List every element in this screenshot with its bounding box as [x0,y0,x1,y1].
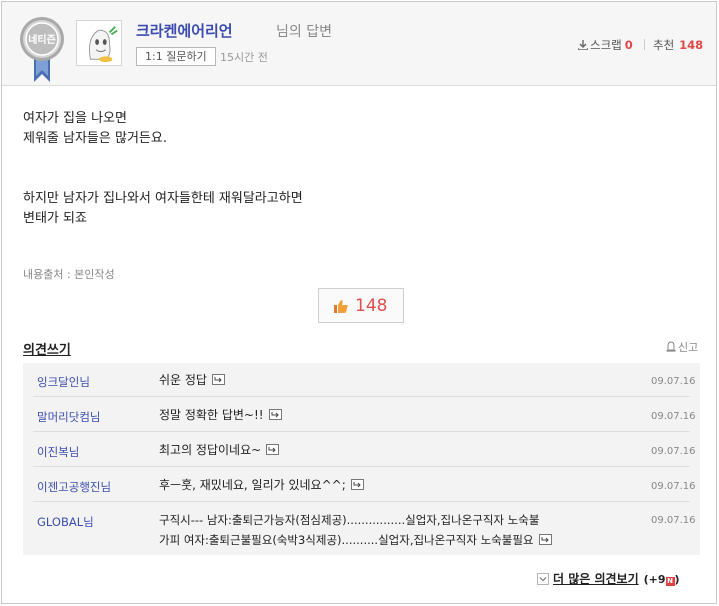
answer-card: 네티즌 크라켄에어리언 님의 답변 1:1 질문하기 15시간 전 스크랩 0 추… [1,1,717,604]
download-icon [578,40,588,50]
opinion-title[interactable]: 의견쓰기 [23,339,71,358]
comment-row: 이젠고공행진님 후ㅡ훗, 재밌네요, 일리가 있네요^^; 09.07.16 [33,467,696,502]
reply-icon[interactable] [266,444,280,455]
comment-date: 09.07.16 [651,376,696,387]
siren-icon [666,341,676,352]
reply-icon[interactable] [350,479,364,490]
recommend-button[interactable]: 추천 148 [653,37,703,53]
netizen-badge-icon: 네티즌 [20,17,64,82]
more-opinions-count: (+9 N) [643,573,680,586]
answer-line: 여자가 집을 나오면 [23,111,127,126]
comment-author[interactable]: GLOBAL님 [37,514,94,530]
comment-text: 최고의 정답이네요~ [159,440,619,460]
qna-button[interactable]: 1:1 질문하기 [136,47,216,66]
comment-author[interactable]: 이젠고공행진님 [37,479,111,495]
comment-row: 잉크달인님 쉬운 정답 09.07.16 [33,363,696,397]
report-button[interactable]: 신고 [666,339,698,355]
comment-row: 이진복님 최고의 정답이네요~ 09.07.16 [33,432,696,467]
comment-author[interactable]: 잉크달인님 [37,374,90,390]
comment-date: 09.07.16 [651,411,696,422]
comment-author[interactable]: 이진복님 [37,444,79,460]
more-opinions-button[interactable]: 더 많은 의견보기 (+9 N) [537,570,680,587]
comment-list: 잉크달인님 쉬운 정답 09.07.16 말머리닷컴님 정말 정확한 답변~!!… [23,363,700,555]
badge-label: 네티즌 [28,33,56,46]
comment-date: 09.07.16 [651,481,696,492]
comment-row: GLOBAL님 구직시--- 남자:출퇴근가능자(점심제공)..........… [33,502,696,555]
comment-text: 정말 정확한 답변~!! [159,405,619,425]
report-label: 신고 [678,341,699,354]
thumbs-up-icon [334,300,348,313]
scrap-button[interactable]: 스크랩 0 [578,37,633,53]
answer-line: 변태가 되죠 [23,211,87,226]
comment-date: 09.07.16 [651,515,696,526]
author-suffix: 님의 답변 [276,24,332,40]
answer-line: 하지만 남자가 집나와서 여자들한테 재워달라고하면 [23,191,303,206]
avatar[interactable] [76,20,122,66]
like-button[interactable]: 148 [318,288,404,323]
content-source: 내용출처 : 본인작성 [23,268,115,281]
divider [644,39,645,50]
comment-text: 후ㅡ훗, 재밌네요, 일리가 있네요^^; [159,475,619,495]
comment-date: 09.07.16 [651,446,696,457]
comment-text: 구직시--- 남자:출퇴근가능자(점심제공)................실업… [159,510,619,550]
answer-header: 네티즌 크라켄에어리언 님의 답변 1:1 질문하기 15시간 전 스크랩 0 추… [2,2,716,86]
answer-body: 여자가 집을 나오면 제워줄 남자들은 많거든요. 하지만 남자가 집나와서 여… [23,109,303,229]
recommend-label: 추천 [653,38,675,52]
author-name[interactable]: 크라켄에어리언 [136,20,233,41]
reply-icon[interactable] [268,409,282,420]
comment-text: 쉬운 정답 [159,370,619,390]
reply-icon[interactable] [211,374,225,385]
chevron-down-icon [537,573,549,585]
more-opinions-label: 더 많은 의견보기 [553,572,639,586]
recommend-count: 148 [679,38,704,52]
new-badge: N [665,577,675,586]
time-ago: 15시간 전 [220,51,268,64]
comment-row: 말머리닷컴님 정말 정확한 답변~!! 09.07.16 [33,397,696,432]
scrap-count: 0 [624,38,633,52]
reply-icon[interactable] [538,534,552,545]
scrap-label: 스크랩 [590,38,622,52]
answer-line: 제워줄 남자들은 많거든요. [23,131,167,146]
comment-author[interactable]: 말머리닷컴님 [37,409,100,425]
like-count: 148 [355,296,388,316]
